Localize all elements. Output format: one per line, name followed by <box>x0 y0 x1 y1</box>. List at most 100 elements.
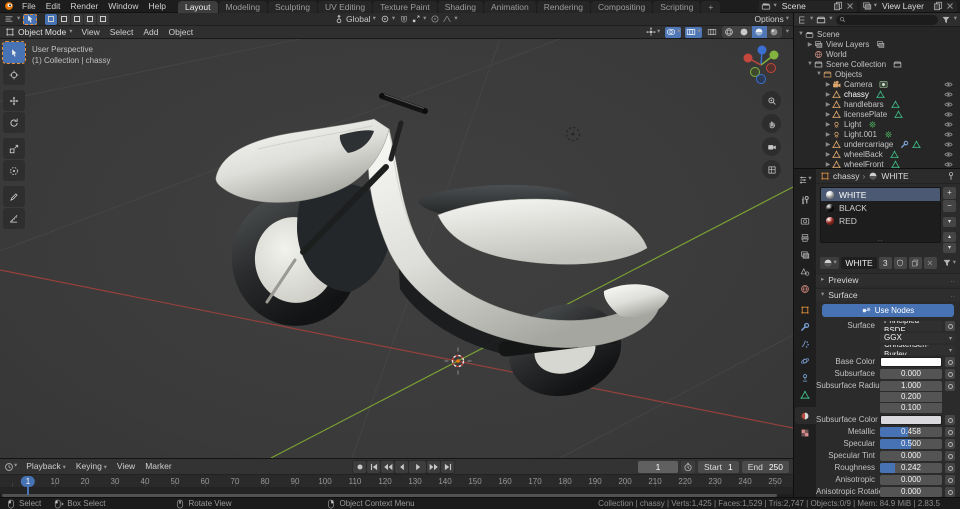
tool-measure[interactable] <box>3 208 25 229</box>
menu-edit[interactable]: Edit <box>41 1 66 11</box>
outliner-item-label[interactable]: wheelBack <box>844 150 883 159</box>
outliner-item-label[interactable]: licensePlate <box>844 110 887 119</box>
move-slot-up-button[interactable]: ▴ <box>943 232 956 242</box>
select-mode-subtract[interactable] <box>71 13 84 25</box>
eye-icon[interactable] <box>944 90 953 99</box>
slider-field[interactable]: 0.500 <box>880 439 942 449</box>
proportional-edit[interactable]: ▾ <box>430 14 458 24</box>
workspace-tab-[interactable]: + <box>701 0 721 13</box>
properties-tab-object[interactable] <box>795 301 816 318</box>
view-layer-name[interactable]: View Layer <box>879 1 931 11</box>
animate-dot-button[interactable] <box>945 487 955 497</box>
tool-scale[interactable] <box>3 138 25 159</box>
properties-tab-physics[interactable] <box>795 352 816 369</box>
new-view-layer-icon[interactable] <box>933 1 943 11</box>
jump-to-start-button[interactable] <box>367 460 380 473</box>
color-swatch[interactable] <box>880 415 942 425</box>
add-slot-button[interactable]: + <box>943 187 956 199</box>
animate-dot-button[interactable] <box>945 369 955 379</box>
expand-icon[interactable]: ▶ <box>806 41 814 48</box>
timeline-menu-marker[interactable]: Marker <box>140 461 176 472</box>
close-icon[interactable] <box>845 1 855 11</box>
end-frame-field[interactable]: End 250 <box>741 460 789 473</box>
shading-solid-button[interactable] <box>737 26 752 38</box>
animate-dot-button[interactable] <box>945 463 955 473</box>
next-keyframe-button[interactable] <box>427 460 440 473</box>
view-layer-selector[interactable]: ▾ View Layer <box>859 0 957 12</box>
workspace-tab-animation[interactable]: Animation <box>483 0 536 13</box>
shading-wireframe-button[interactable] <box>722 26 737 38</box>
material-name-field[interactable]: WHITE <box>841 257 877 269</box>
transform-orientation[interactable]: Global ▾ <box>334 14 376 24</box>
start-frame-field[interactable]: Start 1 <box>698 460 739 473</box>
slider-field[interactable]: 0.000 <box>880 487 942 497</box>
material-slot-white[interactable]: WHITE <box>821 188 940 201</box>
viewport-3d[interactable]: User Perspective (1) Collection | chassy <box>0 39 793 458</box>
nav-camera-view-button[interactable] <box>762 137 781 156</box>
slider-field[interactable]: 0.000 <box>880 369 942 379</box>
outliner-row-wheelback[interactable]: ▶ wheelBack <box>794 149 960 159</box>
outliner-editor-icon[interactable] <box>797 15 807 25</box>
eye-icon[interactable] <box>944 100 953 109</box>
menu-help[interactable]: Help <box>143 1 170 11</box>
eye-icon[interactable] <box>944 80 953 89</box>
select-mode-extend[interactable] <box>58 13 71 25</box>
use-nodes-button[interactable]: Use Nodes <box>822 304 954 317</box>
select-mode-set[interactable] <box>45 13 58 25</box>
workspace-tab-layout[interactable]: Layout <box>177 0 218 13</box>
close-icon[interactable] <box>945 1 955 11</box>
tool-transform[interactable] <box>3 160 25 181</box>
expand-icon[interactable]: ▶ <box>824 131 832 138</box>
slider-field[interactable]: 0.458 <box>880 427 942 437</box>
workspace-tab-uv-editing[interactable]: UV Editing <box>317 0 373 13</box>
vector-value-field[interactable]: 0.200 <box>880 392 942 402</box>
light-object-marker[interactable] <box>565 126 581 142</box>
outliner-row-scene[interactable]: ▼ Scene <box>794 29 960 39</box>
properties-tab-object-data[interactable] <box>795 386 816 403</box>
animate-dot-button[interactable] <box>945 475 955 485</box>
playhead-frame-badge[interactable]: 1 <box>20 476 36 487</box>
animate-dot-button[interactable] <box>945 321 955 331</box>
shading-material-preview-button[interactable] <box>751 26 767 38</box>
outliner-row-undercarriage[interactable]: ▶ undercarriage <box>794 139 960 149</box>
viewport-menu-select[interactable]: Select <box>105 27 139 37</box>
outliner-item-label[interactable]: chassy <box>844 90 869 99</box>
tool-rotate[interactable] <box>3 112 25 133</box>
outliner-item-label[interactable]: Scene <box>817 30 840 39</box>
field-dropdown-ggx[interactable]: GGX ▾ <box>880 333 955 343</box>
select-mode-invert[interactable] <box>84 13 97 25</box>
xray-alt-button[interactable] <box>706 27 718 38</box>
workspace-tab-rendering[interactable]: Rendering <box>536 0 591 13</box>
outliner-item-label[interactable]: View Layers <box>826 40 869 49</box>
record-button[interactable] <box>353 460 366 473</box>
shading-rendered-button[interactable] <box>767 26 782 38</box>
nav-pan-button[interactable] <box>762 114 781 133</box>
timeline-menu-keying[interactable]: Keying ▾ <box>71 461 112 472</box>
previous-keyframe-button[interactable] <box>381 460 394 473</box>
slider-field[interactable]: 0.000 <box>880 451 942 461</box>
show-overlays-button[interactable]: ▾ <box>665 26 682 38</box>
outliner-row-light-001[interactable]: ▶ Light.001 <box>794 129 960 139</box>
viewport-menu-add[interactable]: Add <box>138 27 163 37</box>
outliner-item-label[interactable]: Objects <box>835 70 862 79</box>
animate-dot-button[interactable] <box>945 451 955 461</box>
eye-icon[interactable] <box>944 150 953 159</box>
previous-frame-button[interactable] <box>395 460 408 473</box>
eye-icon[interactable] <box>944 110 953 119</box>
expand-icon[interactable]: ▶ <box>824 161 832 168</box>
breadcrumb-object[interactable]: chassy <box>833 171 859 181</box>
properties-tab-particles[interactable] <box>795 335 816 352</box>
workspace-tab-texture-paint[interactable]: Texture Paint <box>373 0 437 13</box>
filter-icon[interactable] <box>941 15 951 25</box>
new-material-button[interactable] <box>908 257 922 269</box>
new-scene-icon[interactable] <box>833 1 843 11</box>
mode-selector[interactable]: Object Mode ▾ <box>0 27 76 37</box>
breadcrumb-material[interactable]: WHITE <box>881 171 908 181</box>
timeline-menu-playback[interactable]: Playback ▾ <box>21 461 71 472</box>
snap-toggle[interactable]: ▾ <box>399 14 426 24</box>
field-dropdown-christensen-burley[interactable]: Christensen-Burley ▾ <box>880 345 955 355</box>
scene-name[interactable]: Scene <box>779 1 831 11</box>
properties-tab-render[interactable] <box>795 212 816 229</box>
collapse-icon[interactable]: ▼ <box>806 61 814 67</box>
animate-dot-button[interactable] <box>945 357 955 367</box>
